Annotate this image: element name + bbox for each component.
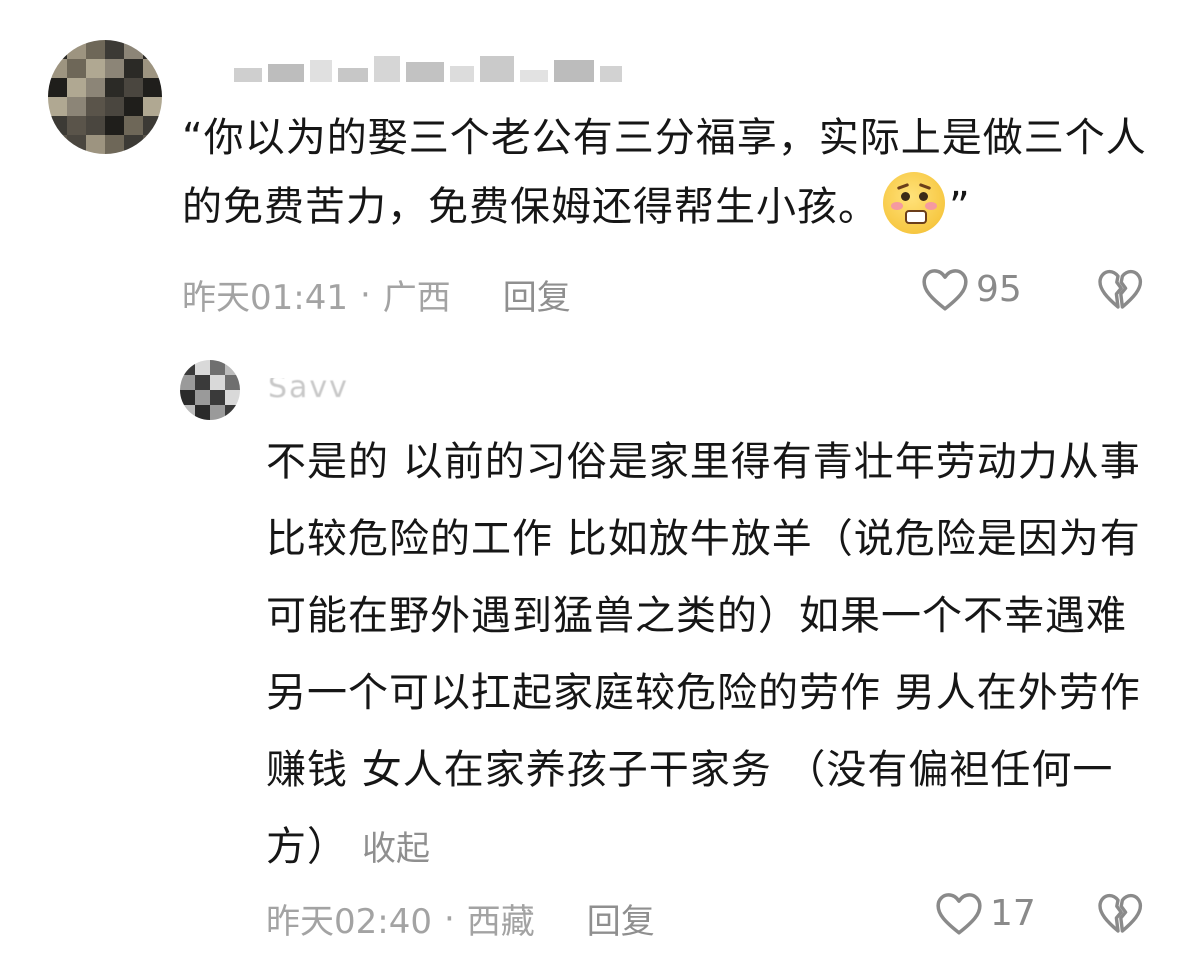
avatar-pixel (124, 135, 143, 154)
comment-location: 广西 (382, 278, 451, 318)
avatar-pixel (86, 116, 105, 135)
avatar-pixel (48, 116, 67, 135)
avatar-pixel (48, 135, 67, 154)
avatar-pixel (143, 116, 162, 135)
avatar-pixel (210, 390, 225, 405)
avatar-pixel (210, 405, 225, 420)
avatar-pixel (225, 390, 240, 405)
reply-like-count: 17 (990, 892, 1036, 934)
reply-text-body: 不是的 以前的习俗是家里得有青壮年劳动力从事比较危险的工作 比如放牛放羊（说危险… (266, 439, 1141, 870)
avatar-pixel (48, 59, 67, 78)
avatar-pixel (210, 375, 225, 390)
replier-username-text: Savv (268, 378, 349, 402)
broken-heart-icon (1098, 269, 1143, 309)
avatar-pixel (105, 97, 124, 116)
meta-separator: · (443, 898, 455, 939)
avatar-pixel (86, 59, 105, 78)
comment-text-body: “你以为的娶三个老公有三分福享，实际上是做三个人的免费苦力，免费保姆还得帮生小孩… (182, 115, 1147, 230)
replier-avatar[interactable] (180, 360, 240, 420)
reply-text: 不是的 以前的习俗是家里得有青壮年劳动力从事比较危险的工作 比如放牛放羊（说危险… (266, 424, 1146, 888)
avatar-pixel (195, 360, 210, 375)
comment-text-close-quote: ” (949, 184, 971, 230)
avatar-pixel (48, 97, 67, 116)
avatar-pixel (105, 116, 124, 135)
pleading-face-emoji-icon (883, 172, 945, 234)
reply-location: 西藏 (466, 902, 535, 942)
avatar-pixel (180, 375, 195, 390)
comment-reply-button[interactable]: 回复 (503, 270, 571, 319)
avatar-pixel (67, 116, 86, 135)
avatar-pixel (67, 78, 86, 97)
avatar-pixel (105, 78, 124, 97)
avatar-pixel (180, 405, 195, 420)
avatar-pixel (67, 40, 86, 59)
commenter-username-blurred[interactable] (234, 52, 622, 82)
avatar-pixel (180, 390, 195, 405)
reply-like-button[interactable]: 17 (934, 890, 1036, 936)
comment-like-button[interactable]: 95 (920, 266, 1022, 312)
avatar-pixel (67, 59, 86, 78)
meta-separator: · (359, 274, 371, 315)
avatar-pixel (67, 97, 86, 116)
avatar-pixel (225, 360, 240, 375)
avatar-pixel (195, 405, 210, 420)
avatar-pixel (48, 40, 67, 59)
avatar-pixel (124, 97, 143, 116)
avatar-pixel (86, 40, 105, 59)
comment-like-count: 95 (976, 268, 1022, 310)
avatar-pixel (143, 59, 162, 78)
broken-heart-icon (1098, 893, 1143, 933)
avatar-pixel (86, 135, 105, 154)
avatar-pixel (105, 40, 124, 59)
reply-meta: 昨天02:40 · 西藏 回复 (266, 894, 655, 943)
reply-dislike-button[interactable] (1096, 890, 1144, 940)
avatar-pixel (105, 135, 124, 154)
reply-reply-button[interactable]: 回复 (587, 894, 655, 943)
collapse-link[interactable]: 收起 (362, 829, 430, 869)
avatar-pixel (195, 390, 210, 405)
avatar-pixel (124, 40, 143, 59)
avatar-pixel (143, 40, 162, 59)
avatar-pixel (195, 375, 210, 390)
avatar-pixel (86, 78, 105, 97)
comment-time: 昨天01:41 (182, 278, 348, 318)
comment-meta: 昨天01:41 · 广西 回复 (182, 270, 571, 319)
avatar-pixel (86, 97, 105, 116)
avatar-pixel (210, 360, 225, 375)
avatar-pixel (124, 116, 143, 135)
avatar-pixel (124, 59, 143, 78)
avatar-pixel (67, 135, 86, 154)
reply-time: 昨天02:40 (266, 902, 432, 942)
avatar-pixel (225, 375, 240, 390)
avatar-pixel (143, 97, 162, 116)
comment-text: “你以为的娶三个老公有三分福享，实际上是做三个人的免费苦力，免费保姆还得帮生小孩… (182, 104, 1162, 241)
commenter-avatar[interactable] (48, 40, 162, 154)
avatar-pixel (180, 360, 195, 375)
avatar-pixel (105, 59, 124, 78)
comment-dislike-button[interactable] (1096, 266, 1144, 316)
avatar-pixel (143, 78, 162, 97)
heart-outline-icon (922, 269, 968, 311)
heart-outline-icon (936, 893, 982, 935)
replier-username[interactable]: Savv (268, 378, 358, 402)
avatar-pixel (143, 135, 162, 154)
avatar-pixel (225, 405, 240, 420)
avatar-pixel (48, 78, 67, 97)
avatar-pixel (124, 78, 143, 97)
